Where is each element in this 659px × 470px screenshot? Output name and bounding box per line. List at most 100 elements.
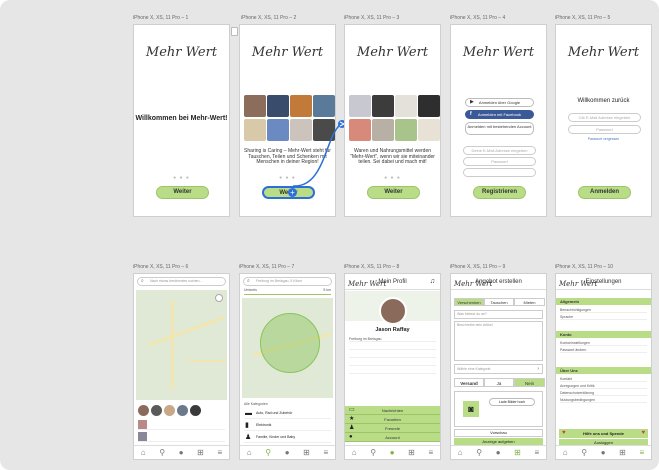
menu-icon[interactable]: ≡ <box>323 448 328 457</box>
menu-friends[interactable]: ♟ Freunde <box>345 424 440 433</box>
settings-row[interactable]: Datenschutzerklärung <box>560 390 647 396</box>
add-icon[interactable]: ⊞ <box>619 448 626 457</box>
settings-row[interactable]: Kontoeinstellungen <box>560 340 647 346</box>
location-input[interactable]: ⌕ Freiburg im Breisgau, 5 Kilom <box>243 277 332 286</box>
donate-button[interactable]: ♥ Hilfe uns und Spende ♥ <box>559 429 648 438</box>
list-item[interactable] <box>138 420 225 430</box>
profile-info-row <box>349 368 436 374</box>
heart-icon: ♥ <box>562 430 566 436</box>
add-icon[interactable]: ⊞ <box>514 448 521 457</box>
category-item[interactable]: ▮ Elektronik <box>244 420 331 431</box>
frame-label: iPhone X, XS, 11 Pro – 2 <box>241 15 297 21</box>
menu-icon[interactable]: ≡ <box>428 448 433 457</box>
shipping-no[interactable]: Nein <box>514 378 545 387</box>
email-field[interactable]: Deine E-Mail Adresse eingeben <box>463 146 536 155</box>
menu-icon[interactable]: ≡ <box>534 448 539 457</box>
forgot-password-link[interactable]: Passwort vergessen <box>556 137 651 141</box>
avatar[interactable] <box>164 405 175 416</box>
menu-account[interactable]: ● Account <box>345 433 440 442</box>
add-icon[interactable]: ⊞ <box>303 448 310 457</box>
frame-label: iPhone X, XS, 11 Pro – 7 <box>239 264 295 270</box>
password-repeat-field[interactable] <box>463 168 536 177</box>
photo <box>290 95 312 117</box>
google-login-button[interactable]: ▶ Anmelden über Google <box>465 98 534 107</box>
search-icon: ⌕ <box>247 278 250 284</box>
title-field[interactable]: Was bietest du an? <box>454 310 543 319</box>
avatar[interactable] <box>379 297 407 325</box>
home-icon[interactable]: ⌂ <box>141 448 146 457</box>
shipping-yes[interactable]: Ja <box>484 378 514 387</box>
search-icon[interactable]: ⚲ <box>159 448 165 457</box>
menu-messages[interactable]: ▭ Nachrichten <box>345 406 440 415</box>
avatar[interactable] <box>138 405 149 416</box>
settings-row[interactable]: Passwort ändern <box>560 347 647 353</box>
password-field[interactable]: Passwort <box>463 157 536 166</box>
screen-map: ⌕ Nach etwas bestimmtes suchen... ⌂ ⚲ ● ⊞ ≡ <box>133 273 230 460</box>
facebook-icon: f <box>470 111 472 117</box>
account-login-button[interactable]: Anmelden mit bestehenden Account <box>465 122 534 135</box>
tab-swap[interactable]: Tauschen <box>484 298 514 306</box>
search-input[interactable]: ⌕ Nach etwas bestimmtes suchen... <box>137 277 226 286</box>
profile-icon[interactable]: ● <box>285 448 290 457</box>
page-dots: ● ● ● <box>173 175 190 181</box>
facebook-login-button[interactable]: f Anmelden mit Facebook <box>465 110 534 119</box>
bell-icon[interactable]: ♫ <box>430 274 435 290</box>
search-icon[interactable]: ⚲ <box>476 448 482 457</box>
map-view[interactable] <box>242 298 333 398</box>
map-view[interactable] <box>136 290 227 400</box>
category-item[interactable]: ♟ Familie, Kinder und Baby <box>244 432 331 443</box>
profile-icon[interactable]: ● <box>390 448 395 457</box>
next-button[interactable]: Weiter <box>156 186 209 199</box>
radius-slider[interactable] <box>244 294 331 295</box>
upload-button[interactable]: Lade Bilder hoch <box>489 398 535 406</box>
search-icon[interactable]: ⚲ <box>581 448 587 457</box>
user-avatars <box>138 405 201 416</box>
settings-row[interactable]: Nutzungsbedingungen <box>560 397 647 403</box>
image-upload-area[interactable]: ◙ Lade Bilder hoch <box>454 391 543 427</box>
profile-icon[interactable]: ● <box>601 448 606 457</box>
search-icon[interactable]: ⚲ <box>265 448 271 457</box>
home-icon[interactable]: ⌂ <box>563 448 568 457</box>
frame-label: iPhone X, XS, 11 Pro – 1 <box>133 15 189 21</box>
frame-handle-icon[interactable] <box>231 27 238 36</box>
search-icon[interactable]: ⚲ <box>370 448 376 457</box>
home-icon[interactable]: ⌂ <box>352 448 357 457</box>
menu-icon[interactable]: ≡ <box>217 448 222 457</box>
profile-icon[interactable]: ● <box>496 448 501 457</box>
description-field[interactable]: Beschreibe dein Artikel <box>454 321 543 361</box>
profile-icon[interactable]: ● <box>179 448 184 457</box>
home-icon[interactable]: ⌂ <box>458 448 463 457</box>
avatar[interactable] <box>151 405 162 416</box>
frame-label: iPhone X, XS, 11 Pro – 5 <box>555 15 611 21</box>
category-select[interactable]: Wähle eine Kategorie › <box>454 364 543 374</box>
photo <box>244 119 266 141</box>
logo: Mehr Wert <box>559 280 598 288</box>
settings-row[interactable]: Kontakt <box>560 376 647 382</box>
next-button[interactable]: Weiter <box>367 186 420 199</box>
phone-icon: ▮ <box>245 422 249 429</box>
add-icon[interactable]: ⊞ <box>408 448 415 457</box>
tab-give[interactable]: Verschenken <box>454 298 484 306</box>
locate-icon[interactable] <box>215 294 223 302</box>
screen-login: Mehr Wert Willkommen zurück Gib E-Mail A… <box>555 24 652 217</box>
email-field[interactable]: Gib E-Mail Adresse eingeben <box>568 113 641 122</box>
settings-row[interactable]: Anregungen und Kritik <box>560 383 647 389</box>
password-field[interactable]: Passwort <box>568 125 641 134</box>
category-item[interactable]: ▬ Auto, Rad und Zubehör <box>244 408 331 419</box>
photo <box>395 119 417 141</box>
avatar[interactable] <box>177 405 188 416</box>
add-icon[interactable]: ⊞ <box>197 448 204 457</box>
menu-favorites[interactable]: ★ Favoriten <box>345 415 440 424</box>
header: Mehr Wert Einstellungen <box>556 274 651 290</box>
settings-row[interactable]: Sprache <box>560 314 647 320</box>
register-button[interactable]: Registrieren <box>473 186 526 199</box>
tab-rent[interactable]: Mieten <box>514 298 545 306</box>
logo: Mehr Wert <box>454 280 493 288</box>
preview-button[interactable]: Vorschau <box>454 429 543 437</box>
avatar[interactable] <box>190 405 201 416</box>
home-icon[interactable]: ⌂ <box>247 448 252 457</box>
menu-icon[interactable]: ≡ <box>639 448 644 457</box>
settings-row[interactable]: Benachrichtigungen <box>560 307 647 313</box>
login-button[interactable]: Anmelden <box>578 186 631 199</box>
list-item[interactable] <box>138 432 225 442</box>
